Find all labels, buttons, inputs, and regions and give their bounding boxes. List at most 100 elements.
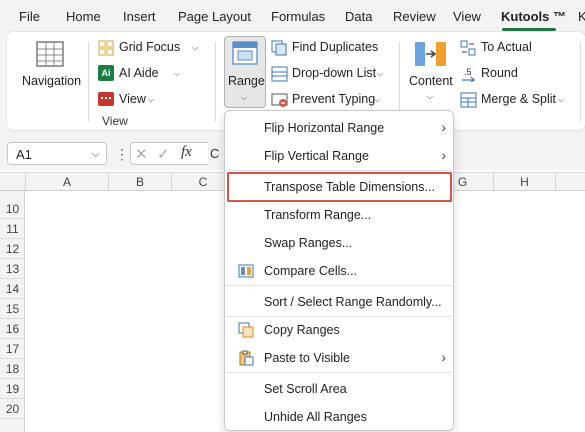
more-options-icon[interactable]: ⋮ [115, 146, 129, 163]
chevron-down-icon: ⌵ [241, 93, 248, 102]
menu-separator [226, 285, 452, 286]
tab-home[interactable]: Home [66, 9, 101, 24]
chevron-down-icon: ⌵ [374, 95, 381, 104]
merge-split-icon [460, 92, 477, 108]
compare-cells-icon [238, 264, 254, 278]
column-header-a[interactable]: A [26, 173, 109, 191]
name-box-value: A1 [16, 147, 32, 162]
menu-item-flip-vertical-range[interactable]: Flip Vertical Range › [226, 143, 452, 169]
view-icon [98, 92, 114, 106]
chevron-right-icon: › [441, 349, 446, 365]
row-header-16[interactable]: 16 [0, 319, 25, 339]
ribbon-tab-bar: File Home Insert Page Layout Formulas Da… [0, 0, 585, 32]
name-box[interactable]: A1 ⌵ [7, 142, 107, 165]
row-header-17[interactable]: 17 [0, 339, 25, 359]
menu-separator [226, 170, 452, 171]
navigation-button[interactable]: Navigation [20, 40, 82, 100]
row-header-20[interactable]: 20 [0, 399, 25, 419]
prevent-typing-button[interactable]: Prevent Typing ⌵ [271, 91, 387, 109]
insert-function-icon[interactable]: fx [181, 144, 192, 161]
prevent-typing-icon [271, 93, 288, 107]
to-actual-label: To Actual [481, 40, 532, 54]
view-label: View [119, 92, 146, 106]
menu-item-unhide-all-ranges[interactable]: Unhide All Ranges [226, 404, 452, 430]
column-header-h[interactable]: H [494, 173, 556, 191]
ai-icon: Ai [98, 65, 114, 81]
menu-item-compare-cells[interactable]: Compare Cells... [226, 258, 452, 284]
row-header-14[interactable]: 14 [0, 279, 25, 299]
ribbon-separator [215, 42, 216, 122]
content-label: Content [409, 74, 453, 88]
column-header-b[interactable]: B [109, 173, 172, 191]
row-headers: 10 11 12 13 14 15 16 17 18 19 20 [0, 191, 25, 432]
tab-kutools[interactable]: Kutools ™ [501, 9, 566, 24]
range-label: Range [228, 74, 265, 88]
menu-item-copy-ranges[interactable]: Copy Ranges [226, 317, 452, 343]
chevron-down-icon: ⌵ [427, 92, 434, 101]
dropdown-list-button[interactable]: Drop-down List ⌵ [271, 65, 391, 83]
tab-formulas[interactable]: Formulas [271, 9, 325, 24]
navigation-label: Navigation [22, 74, 82, 88]
row-header-11[interactable]: 11 [0, 219, 25, 239]
content-icon [415, 42, 446, 66]
menu-item-flip-horizontal-range[interactable]: Flip Horizontal Range › [226, 115, 452, 141]
chevron-down-icon: ⌵ [148, 95, 155, 104]
ai-aide-label: AI Aide [119, 66, 159, 80]
tab-review[interactable]: Review [393, 9, 436, 24]
to-actual-icon [460, 40, 476, 56]
merge-split-button[interactable]: Merge & Split ⌵ [460, 91, 570, 109]
tab-page-layout[interactable]: Page Layout [178, 9, 251, 24]
round-button[interactable]: .5 Round [460, 65, 530, 83]
view-button[interactable]: View ⌵ [98, 91, 158, 109]
cancel-icon[interactable]: ✕ [135, 145, 148, 163]
grid-focus-button[interactable]: Grid Focus ⌵ [98, 39, 202, 57]
select-all-corner[interactable] [0, 173, 26, 191]
formula-buttons: ✕ ✓ fx [130, 142, 208, 165]
row-header-12[interactable]: 12 [0, 239, 25, 259]
tab-insert[interactable]: Insert [123, 9, 156, 24]
svg-text:.5: .5 [464, 67, 472, 77]
find-duplicates-button[interactable]: Find Duplicates [271, 39, 381, 57]
range-dropdown-menu: Flip Horizontal Range › Flip Vertical Ra… [224, 110, 454, 431]
range-button[interactable]: Range ⌵ [224, 36, 266, 108]
tab-overflow[interactable]: K [578, 9, 585, 24]
find-duplicates-icon [271, 40, 287, 56]
tab-view[interactable]: View [453, 9, 481, 24]
copy-ranges-icon [238, 322, 254, 338]
ribbon-separator [88, 42, 89, 122]
menu-item-transpose-table-dimensions[interactable]: Transpose Table Dimensions... [227, 172, 452, 202]
formula-input[interactable]: C [210, 146, 219, 161]
navigation-icon [36, 41, 64, 67]
row-header-13[interactable]: 13 [0, 259, 25, 279]
menu-item-set-scroll-area[interactable]: Set Scroll Area [226, 376, 452, 402]
grid-focus-label: Grid Focus [119, 40, 181, 54]
menu-item-transform-range[interactable]: Transform Range... [226, 202, 452, 228]
prevent-typing-label: Prevent Typing [292, 92, 376, 106]
chevron-right-icon: › [441, 147, 446, 163]
menu-separator [226, 372, 452, 373]
active-tab-indicator [502, 28, 556, 31]
chevron-right-icon: › [441, 119, 446, 135]
chevron-down-icon: ⌵ [92, 149, 100, 160]
row-header-10[interactable]: 10 [0, 199, 25, 219]
grid-focus-icon [98, 40, 114, 56]
row-header-19[interactable]: 19 [0, 379, 25, 399]
tab-file[interactable]: File [19, 9, 40, 24]
find-duplicates-label: Find Duplicates [292, 40, 379, 54]
dropdown-list-label: Drop-down List [292, 66, 377, 80]
menu-item-swap-ranges[interactable]: Swap Ranges... [226, 230, 452, 256]
round-label: Round [481, 66, 518, 80]
round-icon: .5 [462, 67, 475, 82]
menu-item-sort-select-range-randomly[interactable]: Sort / Select Range Randomly... [226, 289, 452, 315]
chevron-down-icon: ⌵ [377, 69, 384, 78]
merge-split-label: Merge & Split [481, 92, 557, 106]
enter-icon[interactable]: ✓ [157, 145, 170, 163]
content-button[interactable]: Content ⌵ [406, 40, 456, 106]
to-actual-button[interactable]: To Actual [460, 39, 540, 57]
dropdown-list-icon [271, 66, 288, 82]
menu-item-paste-to-visible[interactable]: Paste to Visible › [226, 345, 452, 371]
ai-aide-button[interactable]: Ai AI Aide ⌵ [98, 65, 186, 83]
row-header-15[interactable]: 15 [0, 299, 25, 319]
row-header-18[interactable]: 18 [0, 359, 25, 379]
tab-data[interactable]: Data [345, 9, 372, 24]
